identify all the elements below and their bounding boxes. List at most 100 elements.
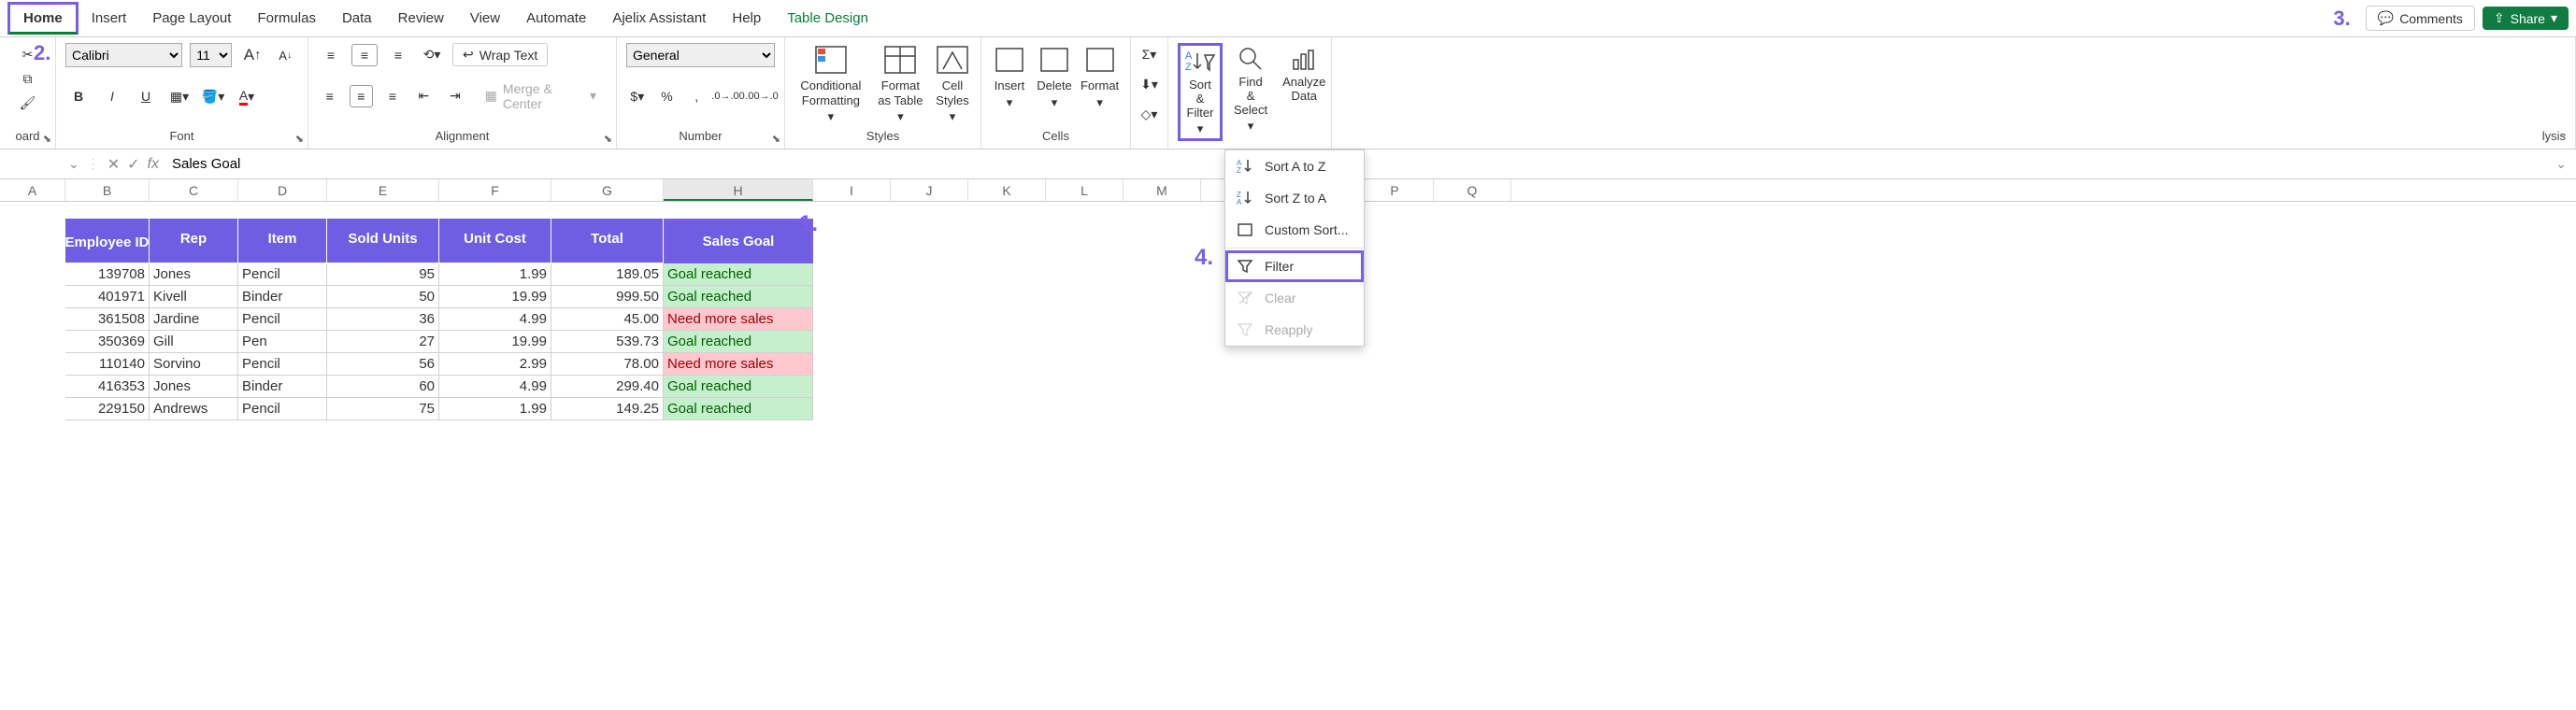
cell-sold[interactable]: 95 [327,263,439,286]
autosum-button[interactable]: Σ▾ [1137,43,1163,65]
share-button[interactable]: ⇪ Share ▾ [2483,7,2569,30]
header-sales-goal[interactable]: Sales Goal [664,219,813,263]
cell-rep[interactable]: Jardine [150,308,238,331]
accept-formula-button[interactable]: ✓ [127,155,139,174]
col-header-J[interactable]: J [891,179,968,201]
cell-item[interactable]: Pencil [238,308,327,331]
align-middle-button[interactable]: ≡ [351,44,378,66]
align-right-button[interactable]: ≡ [380,85,405,107]
cell-item[interactable]: Binder [238,286,327,308]
col-header-M[interactable]: M [1123,179,1201,201]
font-size-select[interactable]: 11 [190,43,232,67]
cell-goal[interactable]: Need more sales [664,308,813,331]
tab-page-layout[interactable]: Page Layout [139,5,244,32]
tab-insert[interactable]: Insert [79,5,140,32]
filter-item[interactable]: Filter [1225,250,1364,282]
underline-button[interactable]: U [133,85,159,107]
find-select-button[interactable]: Find & Select▾ [1230,43,1271,135]
tab-review[interactable]: Review [385,5,457,32]
cell-item[interactable]: Pencil [238,353,327,376]
col-header-K[interactable]: K [968,179,1046,201]
cell-goal[interactable]: Goal reached [664,286,813,308]
cell-rep[interactable]: Sorvino [150,353,238,376]
col-header-G[interactable]: G [551,179,664,201]
header-sold-units[interactable]: Sold Units [327,219,439,263]
cell-empty[interactable] [0,219,65,263]
cell-cost[interactable]: 1.99 [439,263,551,286]
cell-styles-button[interactable]: Cell Styles▾ [934,43,971,124]
format-cells-button[interactable]: Format▾ [1080,43,1119,109]
col-header-B[interactable]: B [65,179,150,201]
cell-empty[interactable] [0,353,65,376]
cell-emp-id[interactable]: 139708 [65,263,150,286]
cell-emp-id[interactable]: 416353 [65,376,150,398]
tab-formulas[interactable]: Formulas [244,5,329,32]
clipboard-dialog-launcher[interactable]: ⬊ [43,133,51,145]
col-header-D[interactable]: D [238,179,327,201]
align-left-button[interactable]: ≡ [318,85,342,107]
cell-sold[interactable]: 50 [327,286,439,308]
percent-button[interactable]: % [656,85,679,107]
cell-item[interactable]: Pen [238,331,327,353]
decrease-decimal-button[interactable]: .00→.0 [749,85,775,107]
col-header-P[interactable]: P [1356,179,1434,201]
col-header-E[interactable]: E [327,179,439,201]
increase-decimal-button[interactable]: .0→.00 [715,85,741,107]
cell-empty[interactable] [0,308,65,331]
cell-goal[interactable]: Goal reached [664,376,813,398]
cell-sold[interactable]: 60 [327,376,439,398]
increase-font-button[interactable]: A↑ [239,44,265,66]
header-unit-cost[interactable]: Unit Cost [439,219,551,263]
analyze-data-button[interactable]: Analyze Data [1279,43,1329,105]
name-box-chevron[interactable]: ⌄ [68,156,79,172]
decrease-font-button[interactable]: A↓ [273,44,298,66]
comma-button[interactable]: , [685,85,708,107]
decrease-indent-button[interactable]: ⇤ [412,85,436,107]
cell-total[interactable]: 78.00 [551,353,664,376]
col-header-A[interactable]: A [0,179,65,201]
tab-data[interactable]: Data [329,5,385,32]
cell-emp-id[interactable]: 110140 [65,353,150,376]
sort-za-item[interactable]: ZA Sort Z to A [1225,182,1364,214]
cell-rep[interactable]: Gill [150,331,238,353]
increase-indent-button[interactable]: ⇥ [443,85,467,107]
align-bottom-button[interactable]: ≡ [385,44,411,66]
cell-empty[interactable] [0,331,65,353]
cell-empty[interactable] [0,263,65,286]
cell-total[interactable]: 539.73 [551,331,664,353]
orientation-button[interactable]: ⟲▾ [419,44,445,66]
format-painter-button[interactable]: 🖌 [15,92,41,114]
cell-cost[interactable]: 4.99 [439,308,551,331]
cell-item[interactable]: Pencil [238,263,327,286]
cell-cost[interactable]: 19.99 [439,331,551,353]
insert-cells-button[interactable]: Insert▾ [991,43,1028,109]
sort-filter-button[interactable]: AZ Sort & Filter▾ [1178,43,1223,141]
cell-sold[interactable]: 75 [327,398,439,420]
header-item[interactable]: Item [238,219,327,263]
cell-empty[interactable] [0,286,65,308]
cell-total[interactable]: 189.05 [551,263,664,286]
number-dialog-launcher[interactable]: ⬊ [772,133,780,145]
custom-sort-item[interactable]: Custom Sort... [1225,214,1364,246]
cell-empty[interactable] [0,202,65,219]
currency-button[interactable]: $▾ [626,85,649,107]
cell-total[interactable]: 149.25 [551,398,664,420]
borders-button[interactable]: ▦▾ [166,85,193,107]
sort-az-item[interactable]: AZ Sort A to Z [1225,150,1364,182]
bold-button[interactable]: B [65,85,92,107]
name-box[interactable] [9,153,61,176]
comments-button[interactable]: 💬 Comments [2366,6,2475,31]
cell-rep[interactable]: Jones [150,376,238,398]
copy-button[interactable]: ⧉ [15,67,41,90]
font-dialog-launcher[interactable]: ⬊ [295,133,304,145]
col-header-L[interactable]: L [1046,179,1123,201]
col-header-I[interactable]: I [813,179,891,201]
cell-total[interactable]: 45.00 [551,308,664,331]
collapse-ribbon-button[interactable]: ⌄ [2557,125,2569,141]
header-employee-id[interactable]: Employee ID [65,219,150,263]
cell-sold[interactable]: 56 [327,353,439,376]
tab-table-design[interactable]: Table Design [774,5,881,32]
cell-rep[interactable]: Jones [150,263,238,286]
expand-formula-button[interactable]: ⌄ [2555,156,2567,172]
format-as-table-button[interactable]: Format as Table▾ [875,43,926,124]
